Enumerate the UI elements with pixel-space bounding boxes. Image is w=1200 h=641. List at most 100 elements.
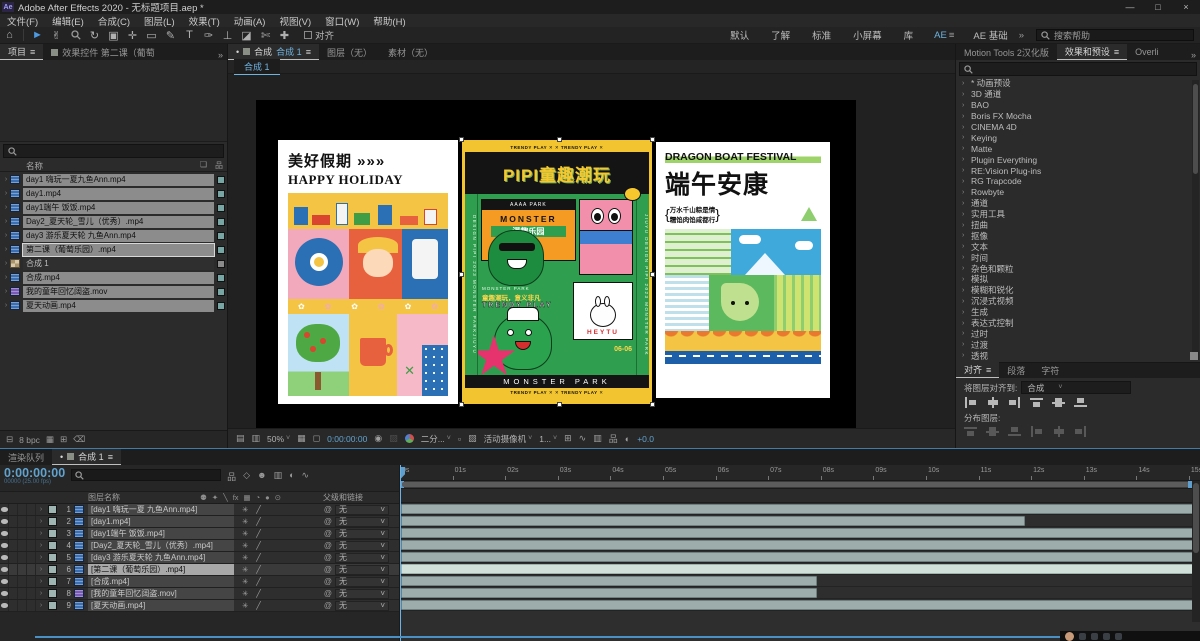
eye-icon[interactable] — [0, 576, 9, 587]
lock-icon[interactable] — [27, 540, 36, 551]
rotate-tool-icon[interactable]: ↻ — [85, 28, 104, 43]
twirl-icon[interactable]: › — [962, 287, 971, 294]
solo-icon[interactable] — [18, 528, 27, 539]
tab-overflow-icon[interactable]: » — [214, 50, 227, 60]
comp-subtab[interactable]: 合成 1 — [234, 59, 280, 75]
panel-menu-icon[interactable]: ≡ — [30, 47, 35, 57]
effect-category-row[interactable]: › Plugin Everything — [956, 154, 1200, 165]
poster-happy-holiday[interactable]: 美好假期 »»» HAPPY HOLIDAY — [278, 140, 458, 404]
layer-name[interactable]: [day3 游乐夏天轮 九鱼Ann.mp4] — [88, 552, 234, 563]
workspace-item[interactable]: 默认 — [719, 28, 760, 42]
twirl-icon[interactable]: › — [962, 145, 971, 152]
solo-icon[interactable] — [18, 540, 27, 551]
layer-quality-icon[interactable]: ✳ — [242, 565, 248, 574]
composition-stage[interactable]: 美好假期 »»» HAPPY HOLIDAY — [256, 100, 856, 428]
project-item[interactable]: › Day2_夏天轮_雪儿（优秀）.mp4 — [2, 215, 225, 228]
layer-name[interactable]: [我的童年回忆阔盗.mov] — [88, 588, 234, 599]
timeline-zoom-scrollbar[interactable] — [35, 636, 1105, 638]
menu-item[interactable]: 视图(V) — [272, 14, 318, 28]
audio-icon[interactable] — [9, 588, 18, 599]
project-bpc-button[interactable]: 8 bpc — [19, 435, 40, 445]
layer-row[interactable]: › 1 [day1 嗨玩一夏 九鱼Ann.mp4] ✳ ╱ @ — [0, 504, 399, 516]
layer-name[interactable]: [合成.mp4] — [88, 576, 234, 587]
layer-row[interactable]: › 9 [夏天动画.mp4] ✳ ╱ @ — [0, 600, 399, 612]
twirl-icon[interactable]: › — [962, 265, 971, 272]
workspace-item[interactable]: 库 — [893, 28, 925, 42]
twirl-icon[interactable]: › — [962, 91, 971, 98]
workspace-menu-icon[interactable]: ≡ — [949, 30, 963, 41]
panel-menu-icon[interactable]: ≡ — [108, 452, 113, 462]
timeline-search-box[interactable] — [71, 469, 221, 481]
workspace-item[interactable]: 小屏幕 — [842, 28, 893, 42]
layer-duration-bar[interactable] — [401, 516, 1025, 526]
twirl-icon[interactable]: › — [962, 222, 971, 229]
layer-quality-icon[interactable]: ✳ — [242, 601, 248, 610]
distribute-top-icon[interactable] — [964, 426, 977, 437]
twirl-icon[interactable]: › — [2, 232, 10, 239]
layer-fx-icon[interactable]: ╱ — [256, 505, 261, 514]
layer-duration-bar[interactable] — [401, 528, 1200, 538]
effect-category-row[interactable]: › 扭曲 — [956, 220, 1200, 231]
audio-icon[interactable] — [9, 600, 18, 611]
new-composition-icon[interactable]: ⊞ — [60, 434, 67, 445]
time-ruler[interactable]: 0s01s02s03s04s05s06s07s08s09s10s11s12s13… — [400, 465, 1200, 481]
tab-effect-controls[interactable]: 效果控件 第二课（葡萄 — [43, 44, 163, 60]
parent-dropdown[interactable]: 无 ˅ — [335, 577, 389, 587]
parent-pickwhip-icon[interactable]: @ — [324, 589, 332, 598]
layer-fx-icon[interactable]: ╱ — [256, 565, 261, 574]
twirl-icon[interactable]: › — [962, 178, 971, 185]
layer-quality-icon[interactable]: ✳ — [242, 553, 248, 562]
layer-quality-icon[interactable]: ✳ — [242, 589, 248, 598]
label-chip[interactable] — [217, 176, 225, 184]
effect-category-row[interactable]: › 实用工具 — [956, 209, 1200, 220]
twirl-icon[interactable]: › — [36, 566, 46, 573]
effect-category-row[interactable]: › 沉浸式视频 — [956, 296, 1200, 307]
effect-category-row[interactable]: › 模糊和锐化 — [956, 285, 1200, 296]
effect-category-row[interactable]: › 模拟 — [956, 274, 1200, 285]
layer-name[interactable]: [第二课（葡萄乐园）.mp4] — [88, 564, 234, 575]
twirl-icon[interactable]: › — [962, 124, 971, 131]
twirl-icon[interactable]: › — [962, 102, 971, 109]
menu-item[interactable]: 动画(A) — [227, 14, 273, 28]
label-chip[interactable] — [217, 288, 225, 296]
effects-search-box[interactable] — [959, 62, 1197, 76]
twirl-icon[interactable]: › — [962, 320, 971, 327]
layer-row[interactable]: › 5 [day3 游乐夏天轮 九鱼Ann.mp4] ✳ ╱ @ — [0, 552, 399, 564]
workspace-overflow-icon[interactable]: » — [1019, 30, 1032, 41]
twirl-icon[interactable]: › — [962, 298, 971, 305]
layer-duration-bar[interactable] — [401, 564, 1200, 574]
selection-handle[interactable] — [459, 137, 464, 142]
resolution-dropdown[interactable]: 二分... — [421, 433, 451, 445]
effect-category-row[interactable]: › 生成 — [956, 307, 1200, 318]
layer-label-chip[interactable] — [48, 505, 57, 514]
playhead-line[interactable] — [400, 465, 401, 641]
audio-icon[interactable] — [9, 564, 18, 575]
align-to-dropdown[interactable]: 合成 — [1021, 381, 1131, 394]
selection-tool-icon[interactable]: ► — [28, 28, 47, 43]
twirl-icon[interactable]: › — [36, 554, 46, 561]
tab-character[interactable]: 字符 — [1033, 362, 1067, 378]
parent-dropdown[interactable]: 无 ˅ — [335, 529, 389, 539]
effect-category-row[interactable]: › 文本 — [956, 241, 1200, 252]
effect-category-row[interactable]: › RE:Vision Plug-ins — [956, 165, 1200, 176]
fast-previews-icon[interactable]: ∿ — [579, 433, 587, 444]
region-of-interest-icon[interactable]: ▫ — [458, 434, 461, 444]
twirl-icon[interactable]: › — [2, 274, 10, 281]
layer-quality-icon[interactable]: ✳ — [242, 505, 248, 514]
layer-name[interactable]: [夏天动画.mp4] — [88, 600, 234, 611]
twirl-icon[interactable]: › — [962, 167, 971, 174]
parent-pickwhip-icon[interactable]: @ — [324, 505, 332, 514]
effect-category-row[interactable]: › Keying — [956, 132, 1200, 143]
menu-item[interactable]: 窗口(W) — [318, 14, 366, 28]
audio-icon[interactable] — [9, 540, 18, 551]
twirl-icon[interactable]: › — [962, 341, 971, 348]
menu-item[interactable]: 效果(T) — [182, 14, 227, 28]
poster-dragon-boat-festival[interactable]: DRAGON BOAT FESTIVAL 端午安康 { 万水千山粽是情糯馅肉馅咸… — [656, 142, 830, 398]
twirl-icon[interactable]: › — [36, 602, 46, 609]
eye-icon[interactable] — [0, 600, 9, 611]
layer-track-row[interactable] — [400, 503, 1200, 515]
project-item[interactable]: › 第二课（葡萄乐园）.mp4 — [2, 243, 225, 256]
project-item[interactable]: › day1.mp4 — [2, 187, 225, 200]
draft-3d-icon[interactable]: ◇ — [243, 470, 250, 483]
solo-icon[interactable] — [18, 504, 27, 515]
